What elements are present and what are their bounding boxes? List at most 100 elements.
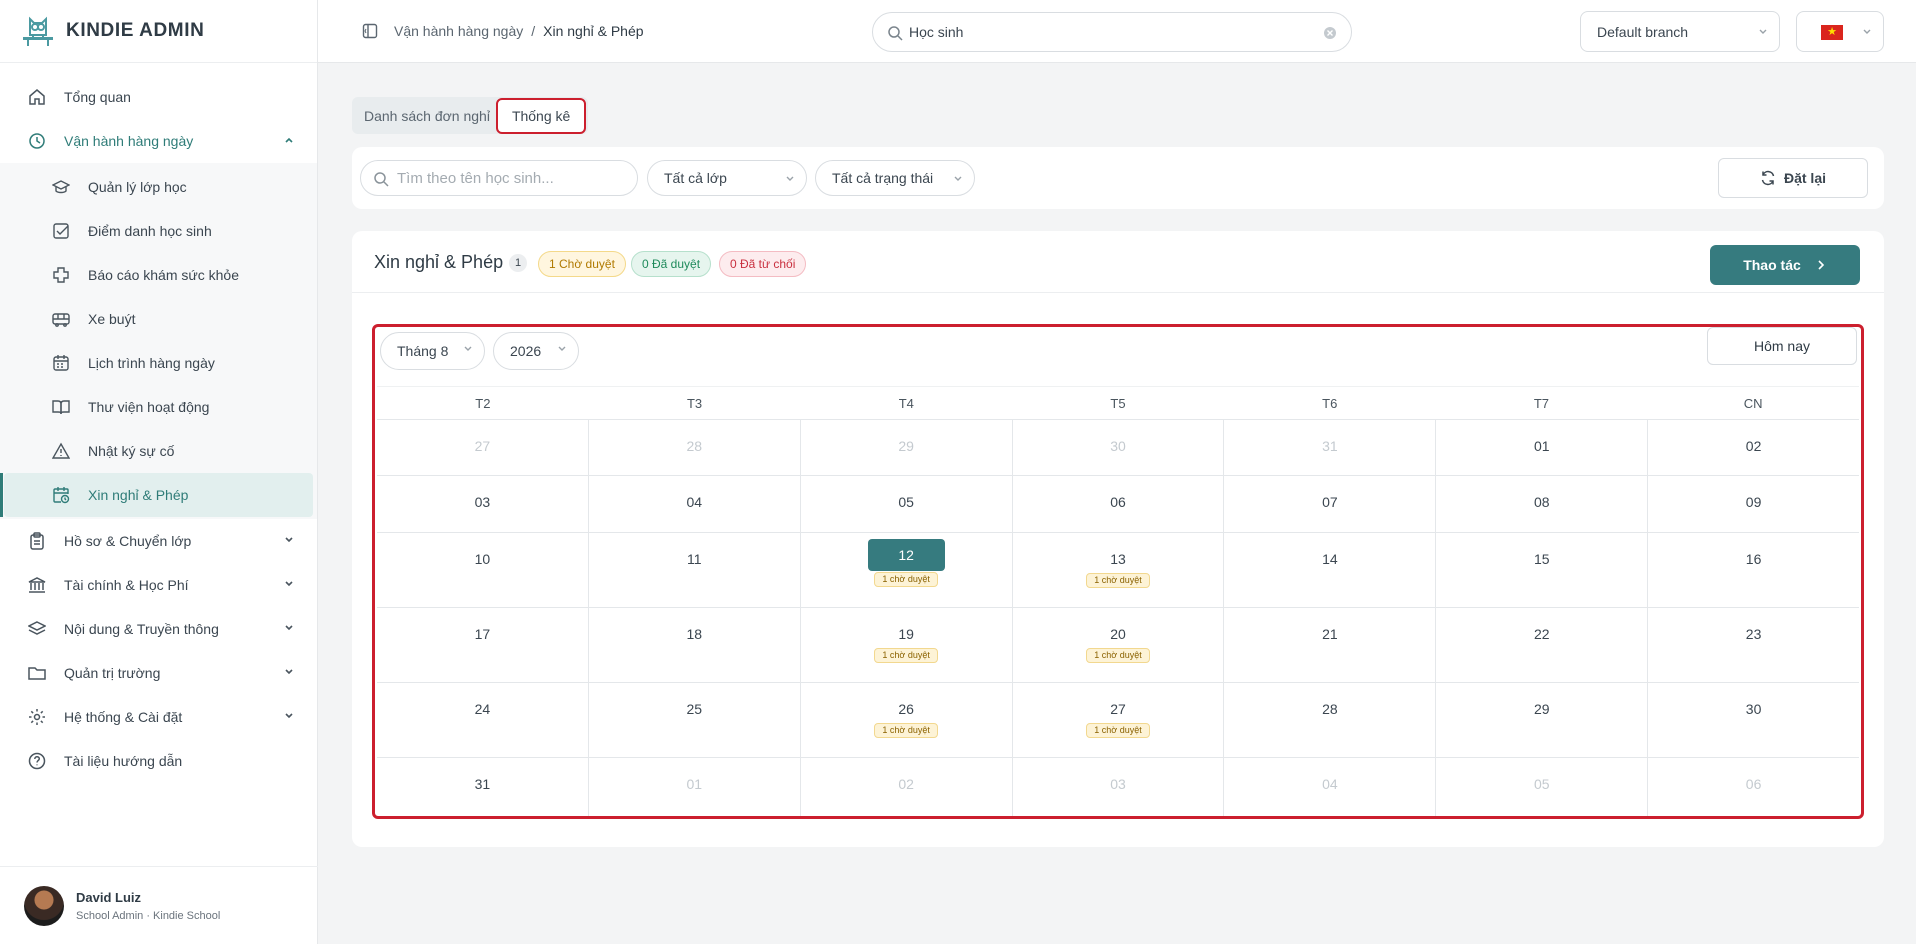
sidebar-subitem-class-management[interactable]: Quản lý lớp học [0, 165, 317, 209]
chevron-down-icon [285, 713, 293, 719]
reset-button[interactable]: Đặt lại [1718, 158, 1868, 198]
calendar-week-row: 10 11 12 1 chờ duyệt 13 1 chờ duyệt 14 15 16 [377, 533, 1859, 608]
sidebar-subitem-leave-requests[interactable]: Xin nghỉ & Phép [0, 473, 313, 517]
day-number: 01 [686, 776, 703, 792]
sidebar-subitem-daily-schedule[interactable]: Lịch trình hàng ngày [0, 341, 317, 385]
calendar-day-cell[interactable]: 01 [1436, 420, 1649, 475]
calendar-day-cell[interactable]: 09 [1648, 476, 1859, 532]
month-select[interactable]: Tháng 8 [380, 332, 485, 370]
calendar-day-cell[interactable]: 15 [1436, 533, 1649, 607]
day-number: 30 [1745, 701, 1762, 717]
calendar-day-cell[interactable]: 19 1 chờ duyệt [801, 608, 1013, 682]
calendar-day-cell[interactable]: 14 [1224, 533, 1437, 607]
day-number: 19 [898, 626, 914, 642]
calendar-day-cell[interactable]: 03 [377, 476, 589, 532]
pending-leave-badge: 1 chờ duyệt [874, 648, 939, 663]
sidebar-item-profiles-transfer[interactable]: Hồ sơ & Chuyển lớp [0, 519, 317, 563]
chevron-down-icon [954, 176, 962, 181]
calendar-day-cell[interactable]: 30 [1013, 420, 1225, 475]
tab-statistics[interactable]: Thống kê [495, 97, 587, 134]
calendar-day-cell[interactable]: 25 [589, 683, 801, 757]
pending-leave-badge: 1 chờ duyệt [1086, 573, 1150, 588]
sidebar-subitem-incident-log[interactable]: Nhật ký sự cố [0, 429, 317, 473]
user-profile[interactable]: David Luiz School Admin · Kindie School [0, 866, 318, 944]
sidebar-toggle-icon[interactable] [362, 23, 378, 39]
calendar-day-cell[interactable]: 17 [377, 608, 589, 682]
calendar-panel: Tháng 8 2026 Hôm nay T2 T3 T4 T5 T6 T7 CN 27 28… [372, 324, 1864, 819]
calendar-day-cell[interactable]: 22 [1436, 608, 1649, 682]
calendar-day-cell[interactable]: 20 1 chờ duyệt [1013, 608, 1225, 682]
branch-select[interactable]: Default branch [1580, 11, 1780, 52]
calendar-day-cell[interactable]: 16 [1648, 533, 1859, 607]
day-number: 31 [474, 776, 491, 792]
weekday-label: T6 [1322, 396, 1338, 411]
calendar-day-cell[interactable]: 27 1 chờ duyệt [1013, 683, 1225, 757]
sidebar-item-school-admin[interactable]: Quản trị trường [0, 651, 317, 695]
calendar-day-cell[interactable]: 01 [589, 758, 801, 816]
calendar-day-cell[interactable]: 04 [1224, 758, 1437, 816]
global-search-input[interactable]: Học sinh [872, 12, 1352, 52]
sidebar-item-daily-operations[interactable]: Vận hành hàng ngày [0, 119, 317, 163]
day-number: 29 [1533, 701, 1550, 717]
calendar-day-cell[interactable]: 26 1 chờ duyệt [801, 683, 1013, 757]
chevron-up-icon [285, 137, 293, 143]
sidebar-subitem-attendance[interactable]: Điểm danh học sinh [0, 209, 317, 253]
calendar-day-cell[interactable]: 08 [1436, 476, 1649, 532]
sidebar-subitem-bus[interactable]: Xe buýt [0, 297, 317, 341]
calendar-day-cell[interactable]: 12 1 chờ duyệt [801, 533, 1013, 607]
student-search-input[interactable]: Tìm theo tên học sinh... [360, 160, 638, 196]
calendar-day-cell[interactable]: 05 [801, 476, 1013, 532]
calendar-day-cell[interactable]: 29 [1436, 683, 1649, 757]
sidebar-item-overview[interactable]: Tổng quan [0, 75, 317, 119]
calendar-day-cell[interactable]: 28 [589, 420, 801, 475]
calendar-day-cell[interactable]: 03 [1013, 758, 1225, 816]
calendar-day-cell[interactable]: 11 [589, 533, 801, 607]
sidebar-item-docs[interactable]: Tài liệu hướng dẫn [0, 739, 317, 783]
sidebar-subitem-label: Báo cáo khám sức khỏe [88, 267, 240, 283]
calendar-day-cell[interactable]: 29 [801, 420, 1013, 475]
tab-leave-list[interactable]: Danh sách đơn nghỉ [364, 108, 490, 124]
sidebar-item-finance[interactable]: Tài chính & Học Phí [0, 563, 317, 607]
today-button[interactable]: Hôm nay [1707, 327, 1857, 365]
sidebar-subitem-label: Thư viện hoạt động [88, 399, 210, 415]
status-select[interactable]: Tất cả trạng thái [815, 160, 975, 196]
calendar-day-cell[interactable]: 06 [1648, 758, 1859, 816]
calendar-day-cell[interactable]: 31 [377, 758, 589, 816]
calendar-day-cell[interactable]: 02 [1648, 420, 1859, 475]
day-number: 05 [898, 494, 914, 510]
day-number: 03 [474, 494, 491, 510]
calendar-day-cell[interactable]: 10 [377, 533, 589, 607]
calendar-day-cell[interactable]: 04 [589, 476, 801, 532]
day-number: 28 [686, 438, 703, 454]
breadcrumb-parent[interactable]: Vận hành hàng ngày [394, 23, 523, 39]
language-select[interactable]: ★ [1796, 11, 1884, 52]
calendar-day-cell[interactable]: 24 [377, 683, 589, 757]
sidebar-item-system-settings[interactable]: Hệ thống & Cài đặt [0, 695, 317, 739]
brand[interactable]: KINDIE ADMIN [0, 0, 317, 63]
sidebar-item-content-communication[interactable]: Nội dung & Truyền thông [0, 607, 317, 651]
calendar-day-cell[interactable]: 21 [1224, 608, 1437, 682]
day-number: 05 [1533, 776, 1550, 792]
sidebar-subitem-activity-library[interactable]: Thư viện hoạt động [0, 385, 317, 429]
calendar-day-cell[interactable]: 30 [1648, 683, 1859, 757]
chevron-down-icon [285, 537, 293, 543]
plus-cross-icon [52, 266, 70, 284]
calendar-day-cell[interactable]: 28 [1224, 683, 1437, 757]
calendar-day-cell[interactable]: 18 [589, 608, 801, 682]
calendar-day-cell[interactable]: 02 [801, 758, 1013, 816]
sidebar-subitem-health-report[interactable]: Báo cáo khám sức khỏe [0, 253, 317, 297]
calendar-day-cell[interactable]: 05 [1436, 758, 1649, 816]
calendar-day-cell[interactable]: 07 [1224, 476, 1437, 532]
actions-button[interactable]: Thao tác [1710, 245, 1860, 285]
calendar-day-cell[interactable]: 13 1 chờ duyệt [1013, 533, 1225, 607]
class-select[interactable]: Tất cả lớp [647, 160, 807, 196]
day-number: 17 [474, 626, 491, 642]
pending-leave-badge: 1 chờ duyệt [874, 572, 939, 587]
calendar-day-cell[interactable]: 27 [377, 420, 589, 475]
calendar-day-cell[interactable]: 23 [1648, 608, 1859, 682]
year-select[interactable]: 2026 [493, 332, 579, 370]
sidebar-nav: Tổng quan Vận hành hàng ngày Quản lý lớp… [0, 63, 317, 783]
calendar-day-cell[interactable]: 31 [1224, 420, 1437, 475]
clear-search-icon[interactable] [1323, 26, 1337, 40]
calendar-day-cell[interactable]: 06 [1013, 476, 1225, 532]
